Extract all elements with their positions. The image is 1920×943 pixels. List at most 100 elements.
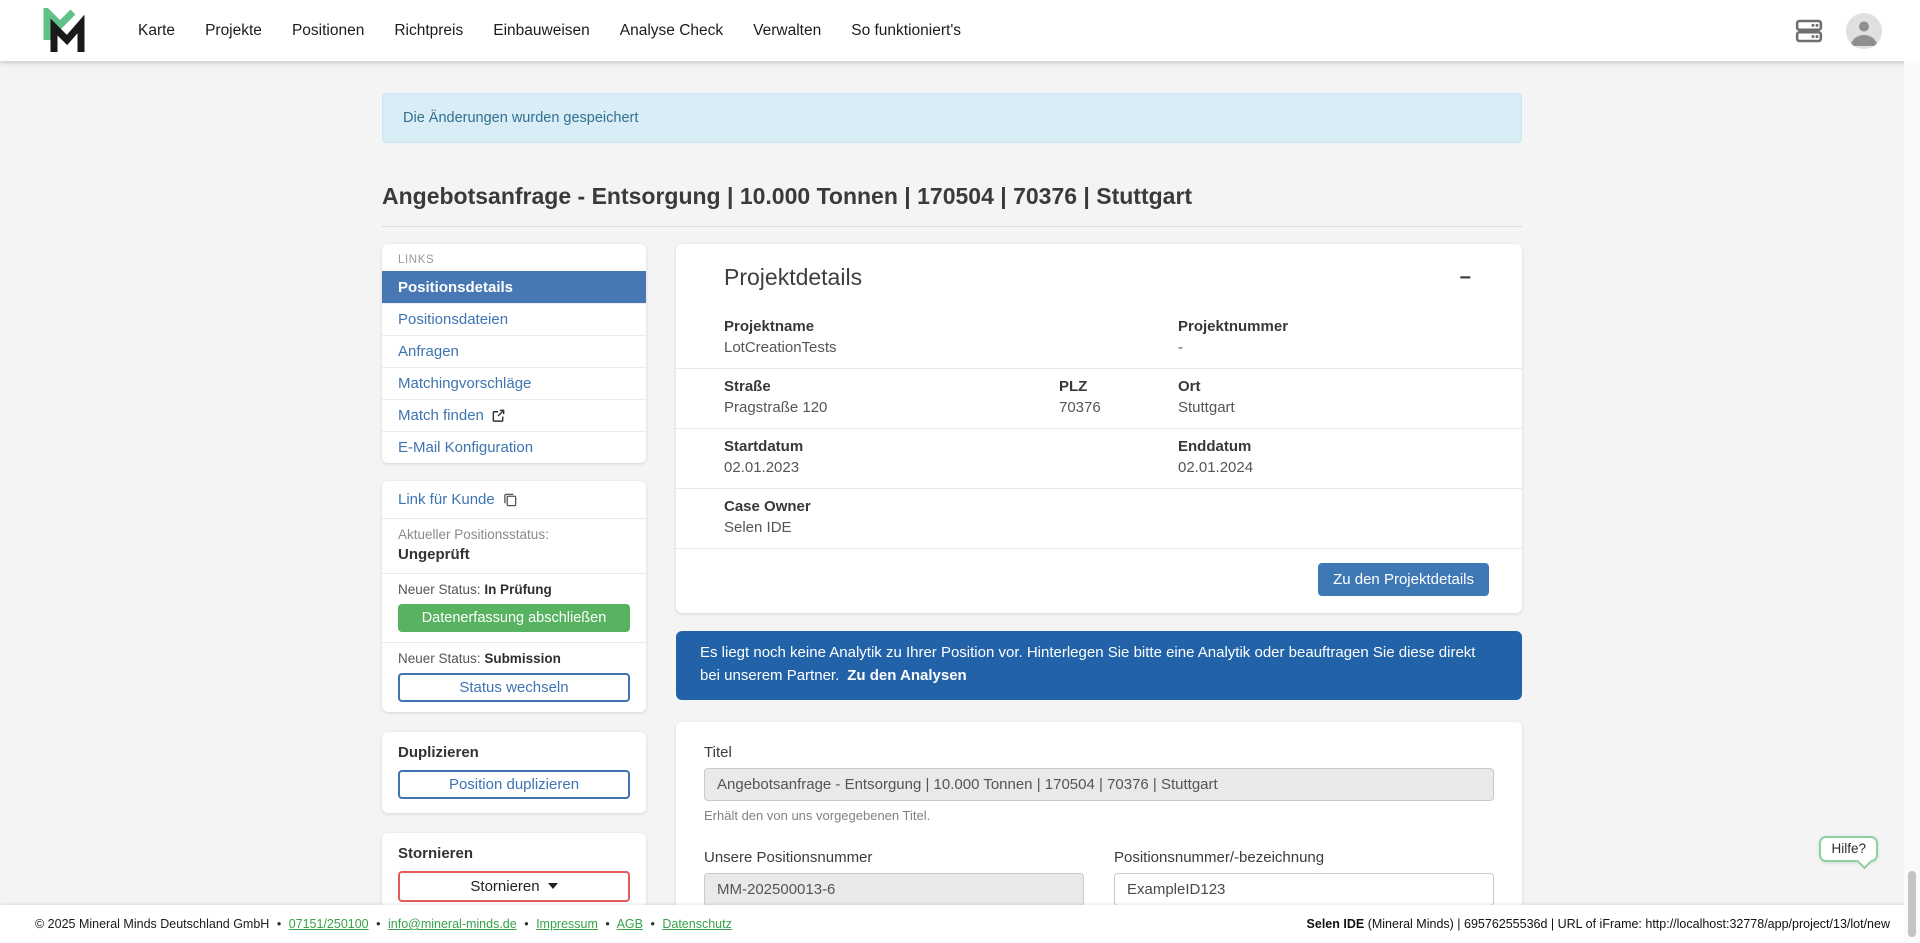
duplicate-card-header: Duplizieren [398, 744, 630, 761]
sidebar: LINKS Positionsdetails Positionsdateien … [382, 244, 646, 905]
session-user: Selen IDE [1307, 917, 1365, 931]
caret-down-icon [548, 883, 558, 889]
project-row: Straße Pragstraße 120 PLZ 70376 Ort Stut… [676, 369, 1522, 428]
field-label: Straße [724, 378, 1059, 395]
title-field-label: Titel [704, 744, 1494, 761]
project-row: Startdatum 02.01.2023 Enddatum 02.01.202… [676, 429, 1522, 488]
separator: • [650, 917, 654, 931]
sidebar-item-label: Matchingvorschläge [398, 373, 531, 394]
new-status-value: In Prüfung [484, 582, 552, 597]
new-status-prefix: Neuer Status: [398, 582, 481, 597]
field-label: Projektnummer [1178, 318, 1474, 335]
go-to-analyses-link[interactable]: Zu den Analysen [847, 667, 966, 684]
customer-link[interactable]: Link für Kunde [382, 481, 646, 518]
sidebar-item-matchingvorschlaege[interactable]: Matchingvorschläge [382, 367, 646, 399]
brand-logo[interactable] [40, 8, 88, 54]
go-to-project-details-button[interactable]: Zu den Projektdetails [1318, 563, 1489, 596]
footer-link-impressum[interactable]: Impressum [536, 917, 598, 931]
server-icon[interactable] [1794, 16, 1824, 46]
nav-item-richtpreis[interactable]: Richtpreis [394, 22, 463, 40]
next-status-block-1: Neuer Status: In Prüfung Datenerfassung … [382, 574, 646, 642]
footer-link-datenschutz[interactable]: Datenschutz [662, 917, 731, 931]
project-row: Projektname LotCreationTests Projektnumm… [676, 309, 1522, 368]
alert-message: Die Änderungen wurden gespeichert [403, 110, 638, 126]
main-menu: Karte Projekte Positionen Richtpreis Ein… [138, 22, 961, 40]
position-number-label: Positionsnummer/-bezeichnung [1114, 849, 1494, 866]
title-input [704, 768, 1494, 801]
mineral-minds-logo-icon [40, 8, 88, 54]
duplicate-card: Duplizieren Position duplizieren [382, 732, 646, 813]
footer: © 2025 Mineral Minds Deutschland GmbH • … [0, 905, 1920, 943]
finish-data-entry-button[interactable]: Datenerfassung abschließen [398, 604, 630, 632]
field-value: Selen IDE [724, 519, 1059, 536]
person-icon [1846, 13, 1882, 49]
separator: • [277, 917, 281, 931]
separator: • [524, 917, 528, 931]
nav-item-verwalten[interactable]: Verwalten [753, 22, 821, 40]
field-label: Projektname [724, 318, 1059, 335]
analytics-banner: Es liegt noch keine Analytik zu Ihrer Po… [676, 631, 1522, 700]
customer-link-label: Link für Kunde [398, 491, 495, 508]
page-title: Angebotsanfrage - Entsorgung | 10.000 To… [382, 183, 1522, 227]
current-status-value: Ungeprüft [398, 546, 630, 563]
project-details-card: Projektdetails − Projektname LotCreation… [676, 244, 1522, 613]
content-area: Die Änderungen wurden gespeichert Angebo… [0, 61, 1904, 905]
cancel-dropdown-button[interactable]: Stornieren [398, 871, 630, 902]
title-field-help: Erhält den von uns vorgegebenen Titel. [704, 808, 1494, 823]
cancel-card: Stornieren Stornieren [382, 833, 646, 905]
user-avatar[interactable] [1846, 13, 1882, 49]
new-status-prefix: Neuer Status: [398, 651, 481, 666]
external-link-icon [491, 408, 506, 423]
sidebar-item-email-konfiguration[interactable]: E-Mail Konfiguration [382, 431, 646, 463]
session-details: (Mineral Minds) | 69576255536d | URL of … [1364, 917, 1890, 931]
current-status-block: Aktueller Positionsstatus: Ungeprüft [382, 519, 646, 573]
nav-item-positionen[interactable]: Positionen [292, 22, 364, 40]
nav-item-analyse-check[interactable]: Analyse Check [620, 22, 723, 40]
sidebar-item-match-finden[interactable]: Match finden [382, 399, 646, 431]
scrollbar-track[interactable] [1904, 61, 1920, 943]
nav-item-einbauweisen[interactable]: Einbauweisen [493, 22, 590, 40]
switch-status-button[interactable]: Status wechseln [398, 673, 630, 702]
footer-link-email[interactable]: info@mineral-minds.de [388, 917, 517, 931]
field-label: Startdatum [724, 438, 1059, 455]
sidebar-item-label: Positionsdetails [398, 277, 513, 298]
new-status-text: Neuer Status: Submission [398, 651, 630, 666]
analytics-banner-text: Es liegt noch keine Analytik zu Ihrer Po… [700, 644, 1475, 684]
our-position-number-field: Unsere Positionsnummer Erhält eine syste… [704, 849, 1084, 905]
status-card: Link für Kunde Aktueller Positionsstatus… [382, 481, 646, 712]
scrollbar-thumb[interactable] [1908, 871, 1916, 937]
sidebar-item-label: Positionsdateien [398, 309, 508, 330]
copy-icon [503, 492, 518, 507]
sidebar-item-positionsdateien[interactable]: Positionsdateien [382, 303, 646, 335]
nav-item-projekte[interactable]: Projekte [205, 22, 262, 40]
duplicate-position-button[interactable]: Position duplizieren [398, 770, 630, 799]
next-status-block-2: Neuer Status: Submission Status wechseln [382, 643, 646, 712]
project-row: Case Owner Selen IDE [676, 489, 1522, 548]
project-details-title: Projektdetails [724, 264, 862, 291]
copyright-text: © 2025 Mineral Minds Deutschland GmbH [35, 917, 269, 931]
field-label: Case Owner [724, 498, 1059, 515]
help-button-label: Hilfe? [1831, 841, 1866, 856]
sidebar-item-anfragen[interactable]: Anfragen [382, 335, 646, 367]
nav-item-so-funktionierts[interactable]: So funktioniert's [851, 22, 961, 40]
field-value: Pragstraße 120 [724, 399, 1059, 416]
field-label: Ort [1178, 378, 1474, 395]
links-card-header: LINKS [382, 244, 646, 271]
new-status-text: Neuer Status: In Prüfung [398, 582, 630, 597]
position-number-field: Positionsnummer/-bezeichnung Z.B. Intern… [1114, 849, 1494, 905]
collapse-button[interactable]: − [1453, 267, 1477, 289]
field-value: - [1178, 339, 1474, 356]
field-value: LotCreationTests [724, 339, 1059, 356]
field-label: PLZ [1059, 378, 1178, 395]
sidebar-item-positionsdetails[interactable]: Positionsdetails [382, 271, 646, 303]
nav-item-karte[interactable]: Karte [138, 22, 175, 40]
position-number-input[interactable] [1114, 873, 1494, 905]
separator: • [605, 917, 609, 931]
save-success-alert: Die Änderungen wurden gespeichert [382, 93, 1522, 143]
footer-link-agb[interactable]: AGB [617, 917, 643, 931]
footer-link-phone[interactable]: 07151/250100 [289, 917, 369, 931]
our-position-number-label: Unsere Positionsnummer [704, 849, 1084, 866]
field-value: Stuttgart [1178, 399, 1474, 416]
top-navigation: Karte Projekte Positionen Richtpreis Ein… [0, 0, 1920, 61]
help-button[interactable]: Hilfe? [1819, 836, 1878, 862]
